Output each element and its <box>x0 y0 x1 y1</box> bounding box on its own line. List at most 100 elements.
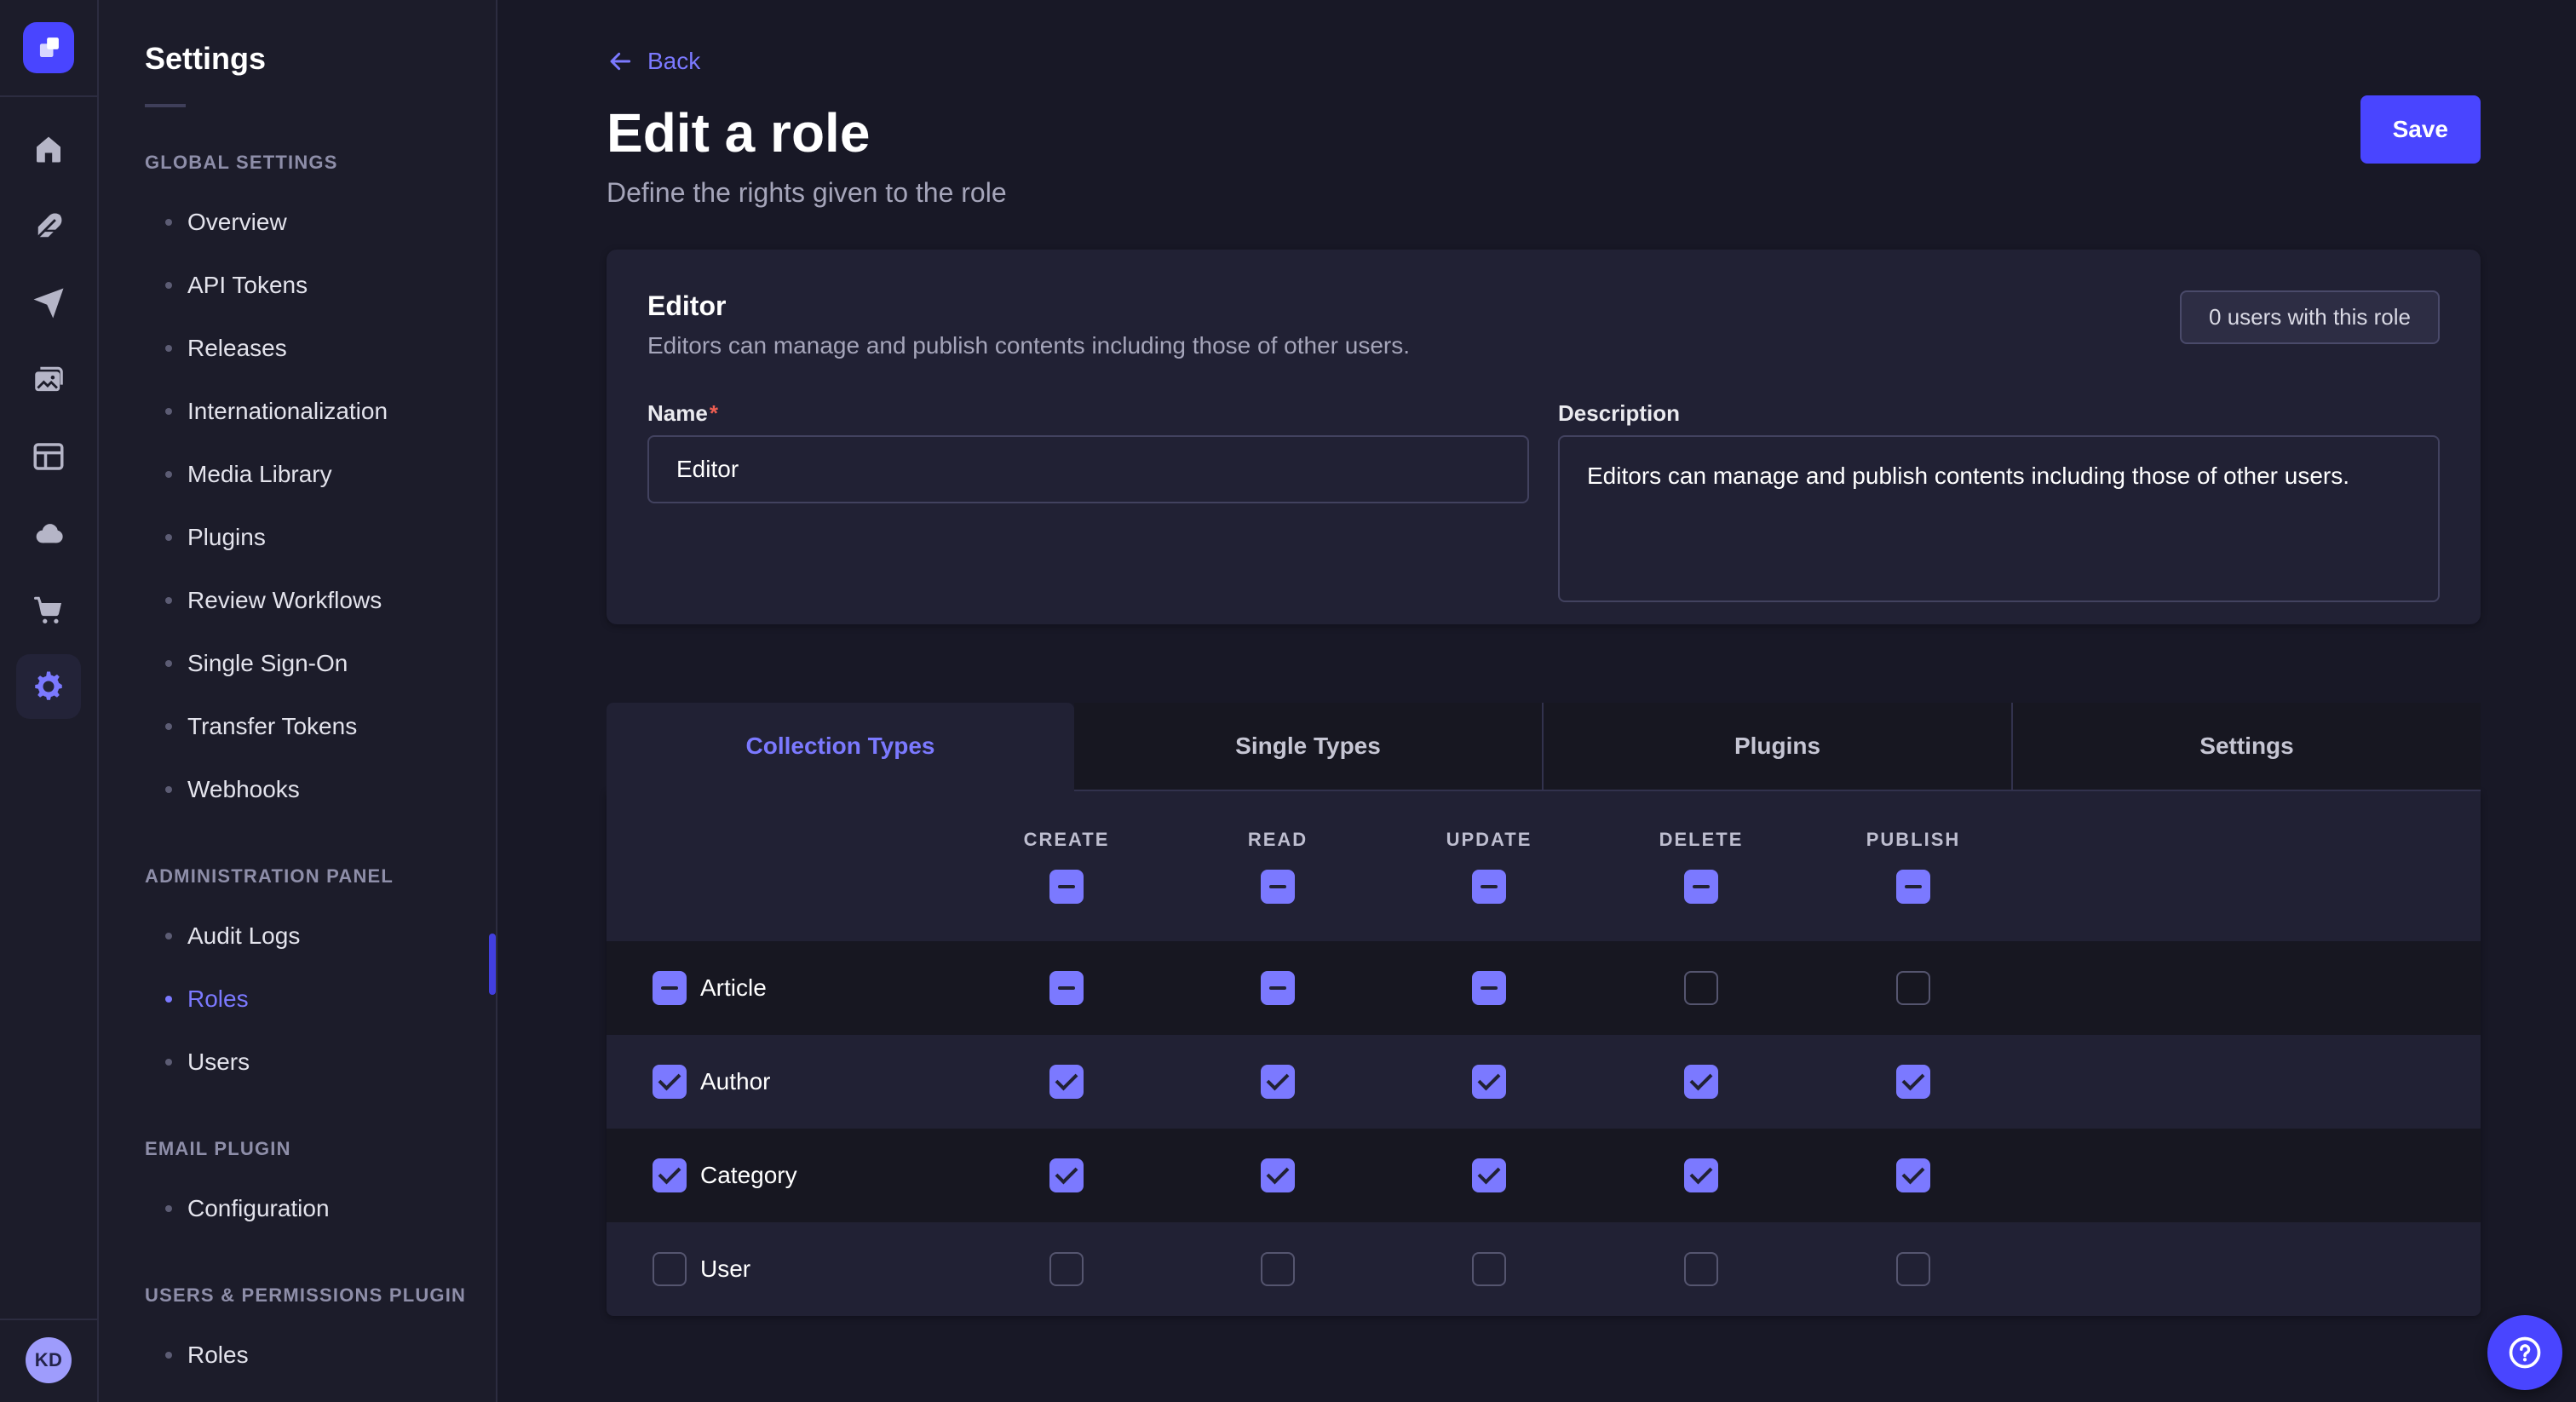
row-label-cell: Article <box>607 971 961 1005</box>
bullet-icon <box>165 1205 172 1212</box>
name-input[interactable] <box>647 435 1529 503</box>
sidebar-item-label: Roles <box>187 985 249 1013</box>
checkbox-indeterminate[interactable] <box>1896 870 1930 904</box>
tab-collection-types[interactable]: Collection Types <box>607 703 1074 791</box>
strapi-logo-icon[interactable] <box>23 22 74 73</box>
images-icon[interactable] <box>16 348 81 412</box>
sidebar-item-users[interactable]: Users <box>145 1031 496 1094</box>
save-button[interactable]: Save <box>2360 95 2481 164</box>
users-with-role-button[interactable]: 0 users with this role <box>2180 290 2440 344</box>
main-content: Back Edit a role Define the rights given… <box>497 0 2576 1402</box>
role-card-header: Editor Editors can manage and publish co… <box>647 290 2440 359</box>
checkbox-unchecked[interactable] <box>1472 1252 1506 1286</box>
sidebar-item-plugins[interactable]: Plugins <box>145 506 496 569</box>
sidebar-item-label: Plugins <box>187 524 266 551</box>
checkbox-unchecked[interactable] <box>1896 971 1930 1005</box>
checkbox-cell <box>1383 1065 1595 1099</box>
sidebar-title-rule <box>145 104 186 107</box>
checkbox-unchecked[interactable] <box>1896 1252 1930 1286</box>
checkbox-indeterminate[interactable] <box>1261 971 1295 1005</box>
checkbox-checked[interactable] <box>1896 1065 1930 1099</box>
rail-bottom: KD <box>0 1319 97 1402</box>
checkbox-checked[interactable] <box>1472 1158 1506 1192</box>
sidebar-item-overview[interactable]: Overview <box>145 191 496 254</box>
tab-plugins[interactable]: Plugins <box>1542 703 2011 791</box>
sidebar-item-list: Audit Logs Roles Users <box>145 905 496 1094</box>
sidebar-item-label: Configuration <box>187 1195 330 1222</box>
feather-icon[interactable] <box>16 194 81 259</box>
sidebar-item-list: Configuration <box>145 1177 496 1240</box>
column-header-publish: PUBLISH <box>1808 829 2019 851</box>
sidebar-item-label: Overview <box>187 209 287 236</box>
help-button[interactable] <box>2487 1315 2562 1390</box>
checkbox-indeterminate[interactable] <box>1472 870 1506 904</box>
permission-row-user: User <box>607 1222 2481 1316</box>
checkbox-indeterminate[interactable] <box>1049 971 1084 1005</box>
checkbox-indeterminate[interactable] <box>1261 870 1295 904</box>
tab-single-types[interactable]: Single Types <box>1074 703 1542 791</box>
checkbox-cell <box>1808 1065 2019 1099</box>
checkbox-checked[interactable] <box>1472 1065 1506 1099</box>
checkbox-cell <box>1595 971 1808 1005</box>
cart-icon[interactable] <box>16 577 81 642</box>
checkbox-indeterminate[interactable] <box>1472 971 1506 1005</box>
sidebar-item-configuration[interactable]: Configuration <box>145 1177 496 1240</box>
gear-icon[interactable] <box>16 654 81 719</box>
checkbox-indeterminate[interactable] <box>1049 870 1084 904</box>
checkbox-unchecked[interactable] <box>1261 1252 1295 1286</box>
home-icon[interactable] <box>16 118 81 182</box>
sidebar-item-internationalization[interactable]: Internationalization <box>145 380 496 443</box>
tab-settings[interactable]: Settings <box>2011 703 2481 791</box>
sidebar-item-roles[interactable]: Roles <box>145 968 496 1031</box>
checkbox-checked[interactable] <box>1261 1065 1295 1099</box>
sidebar-item-api-tokens[interactable]: API Tokens <box>145 254 496 317</box>
sidebar-item-roles[interactable]: Roles <box>145 1324 496 1387</box>
help-icon <box>2506 1334 2544 1371</box>
sidebar-item-review-workflows[interactable]: Review Workflows <box>145 569 496 632</box>
checkbox-unchecked[interactable] <box>653 1252 687 1286</box>
checkbox-checked[interactable] <box>1049 1065 1084 1099</box>
sidebar-item-audit-logs[interactable]: Audit Logs <box>145 905 496 968</box>
checkbox-checked[interactable] <box>1684 1158 1718 1192</box>
checkbox-unchecked[interactable] <box>1684 1252 1718 1286</box>
checkbox-checked[interactable] <box>1896 1158 1930 1192</box>
checkbox-indeterminate[interactable] <box>653 971 687 1005</box>
permissions-rows: ArticleAuthorCategoryUser <box>607 941 2481 1316</box>
role-card-header-text: Editor Editors can manage and publish co… <box>647 290 1410 359</box>
sidebar-item-providers[interactable]: Providers <box>145 1387 496 1402</box>
column-header-read: READ <box>1172 829 1383 851</box>
checkbox-checked[interactable] <box>653 1065 687 1099</box>
sidebar-scrollbar-thumb[interactable] <box>489 934 496 995</box>
checkbox-unchecked[interactable] <box>1684 971 1718 1005</box>
checkbox-checked[interactable] <box>1684 1065 1718 1099</box>
permissions-table-header: CREATEREADUPDATEDELETEPUBLISH <box>607 791 2481 941</box>
checkbox-checked[interactable] <box>1049 1158 1084 1192</box>
description-textarea[interactable]: Editors can manage and publish contents … <box>1558 435 2440 602</box>
sidebar-item-webhooks[interactable]: Webhooks <box>145 758 496 821</box>
sidebar-item-transfer-tokens[interactable]: Transfer Tokens <box>145 695 496 758</box>
bullet-icon <box>165 1352 172 1359</box>
checkbox-checked[interactable] <box>1261 1158 1295 1192</box>
back-link[interactable]: Back <box>607 48 700 75</box>
column-header-update: UPDATE <box>1383 829 1595 851</box>
checkbox-cell <box>1172 1252 1383 1286</box>
bullet-icon <box>165 282 172 289</box>
row-label-cell: Author <box>607 1065 961 1099</box>
layout-icon[interactable] <box>16 424 81 489</box>
checkbox-cell <box>1172 870 1383 904</box>
checkbox-unchecked[interactable] <box>1049 1252 1084 1286</box>
checkbox-cell <box>961 1252 1172 1286</box>
name-field-group: Name* <box>647 400 1529 609</box>
paper-plane-icon[interactable] <box>16 271 81 336</box>
sidebar-item-releases[interactable]: Releases <box>145 317 496 380</box>
sidebar-item-media-library[interactable]: Media Library <box>145 443 496 506</box>
permission-row-article: Article <box>607 941 2481 1035</box>
avatar[interactable]: KD <box>26 1337 72 1383</box>
checkbox-cell <box>1172 1158 1383 1192</box>
checkbox-checked[interactable] <box>653 1158 687 1192</box>
checkbox-indeterminate[interactable] <box>1684 870 1718 904</box>
sidebar-item-single-sign-on[interactable]: Single Sign-On <box>145 632 496 695</box>
checkbox-cell <box>1595 870 1808 904</box>
cloud-icon[interactable] <box>16 501 81 566</box>
checkbox-cell <box>961 1158 1172 1192</box>
